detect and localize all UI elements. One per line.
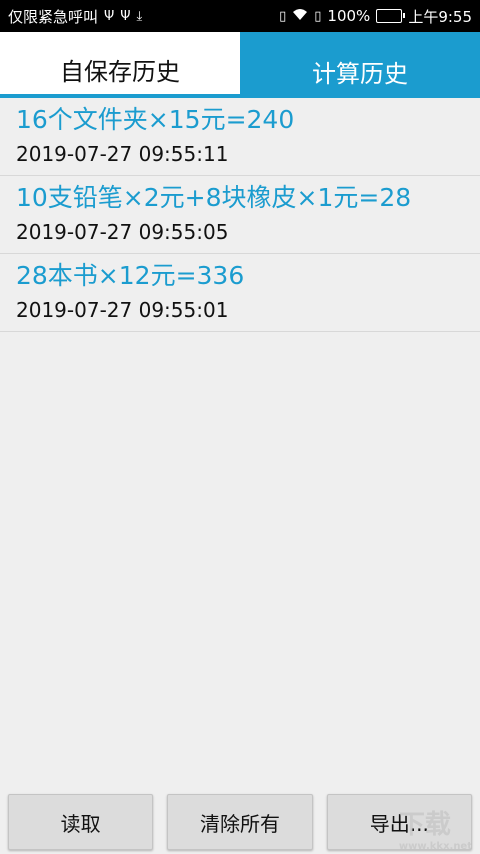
sim-icon: ▯ <box>314 8 322 24</box>
list-item[interactable]: 10支铅笔×2元+8块橡皮×1元=28 2019-07-27 09:55:05 <box>0 176 480 254</box>
status-bar: 仅限紧急呼叫 Ψ Ψ ⤓ ▯ ▯ 100% 上午9:55 <box>0 0 480 32</box>
vibrate-icon: ▯ <box>279 8 287 24</box>
tab-calc-history[interactable]: 计算历史 <box>240 32 480 98</box>
read-button[interactable]: 读取 <box>8 794 154 850</box>
clear-all-button[interactable]: 清除所有 <box>167 794 313 850</box>
history-expression: 10支铅笔×2元+8块橡皮×1元=28 <box>16 183 412 212</box>
history-expression: 16个文件夹×15元=240 <box>16 105 295 134</box>
export-button[interactable]: 导出... <box>326 794 472 850</box>
tab-saved-history[interactable]: 自保存历史 <box>0 32 240 98</box>
tab-bar: 自保存历史 计算历史 <box>0 32 480 98</box>
wifi-icon <box>292 8 308 24</box>
usb-icon: Ψ <box>104 8 115 24</box>
download-icon: ⤓ <box>136 8 143 24</box>
status-bar-left: 仅限紧急呼叫 Ψ Ψ ⤓ <box>8 6 142 27</box>
history-timestamp: 2019-07-27 09:55:01 <box>16 298 229 322</box>
status-bar-right: ▯ ▯ 100% 上午9:55 <box>279 6 472 27</box>
battery-percent: 100% <box>327 7 371 25</box>
list-item[interactable]: 28本书×12元=336 2019-07-27 09:55:01 <box>0 254 480 332</box>
battery-icon <box>376 9 406 23</box>
history-list: 16个文件夹×15元=240 2019-07-27 09:55:11 10支铅笔… <box>0 98 480 332</box>
carrier-text: 仅限紧急呼叫 <box>8 7 99 26</box>
bottom-button-bar: 读取 清除所有 导出... <box>0 788 480 854</box>
history-timestamp: 2019-07-27 09:55:05 <box>16 220 229 244</box>
history-timestamp: 2019-07-27 09:55:11 <box>16 142 229 166</box>
usb-icon: Ψ <box>120 8 131 24</box>
history-expression: 28本书×12元=336 <box>16 261 245 290</box>
list-item[interactable]: 16个文件夹×15元=240 2019-07-27 09:55:11 <box>0 98 480 176</box>
clock: 上午9:55 <box>408 7 472 26</box>
